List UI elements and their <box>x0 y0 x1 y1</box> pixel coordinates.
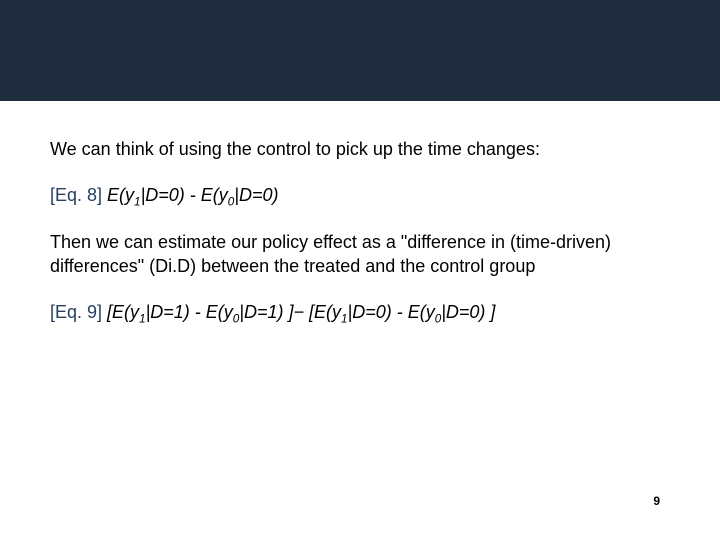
slide: We can think of using the control to pic… <box>0 0 720 540</box>
slide-content: We can think of using the control to pic… <box>0 101 720 324</box>
eq9-part-d: |D=0) - E(y <box>348 302 435 322</box>
eq8-part-b: |D=0) - E(y <box>141 185 228 205</box>
eq9-part-a: [E(y <box>107 302 139 322</box>
eq9-label: [Eq. 9] <box>50 302 102 322</box>
did-paragraph: Then we can estimate our policy effect a… <box>50 230 670 279</box>
eq9-part-c: |D=1) ]− [E(y <box>239 302 341 322</box>
page-number: 9 <box>653 494 660 508</box>
equation-8: [Eq. 8] E(y1|D=0) - E(y0|D=0) <box>50 183 670 207</box>
eq8-part-a: E(y <box>107 185 134 205</box>
title-bar <box>0 0 720 101</box>
eq9-part-b: |D=1) - E(y <box>146 302 233 322</box>
eq8-label: [Eq. 8] <box>50 185 102 205</box>
did-text: Then we can estimate our policy effect a… <box>50 232 611 276</box>
eq9-part-e: |D=0) ] <box>441 302 495 322</box>
intro-paragraph: We can think of using the control to pic… <box>50 137 670 161</box>
eq8-part-c: |D=0) <box>234 185 278 205</box>
equation-9: [Eq. 9] [E(y1|D=1) - E(y0|D=1) ]− [E(y1|… <box>50 300 670 324</box>
intro-text: We can think of using the control to pic… <box>50 139 540 159</box>
